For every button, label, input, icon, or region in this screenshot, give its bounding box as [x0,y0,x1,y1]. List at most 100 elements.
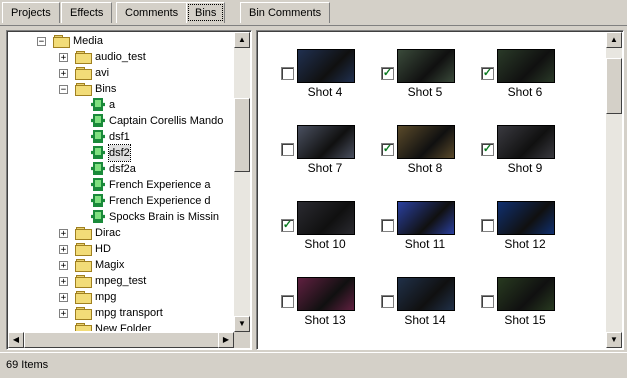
shot-checkbox[interactable]: ✓ [381,67,394,80]
bin-tree[interactable]: − Media + audio_test + avi − Bins a Captain Corel… [6,30,252,350]
tree-item[interactable]: + mpg [7,289,233,305]
shot-label: Shot 12 [504,237,546,251]
shot-thumbnail[interactable] [497,277,555,311]
tab-comments[interactable]: Comments [116,2,188,23]
tab-bar: Projects Effects Comments Bins Bin Comme… [0,0,627,26]
tree-item[interactable]: dsf2a [7,161,233,177]
scroll-right-icon[interactable]: ▶ [218,332,234,348]
scroll-down-icon[interactable]: ▼ [234,316,250,332]
tree-item[interactable]: dsf2 [7,144,233,162]
tree-item[interactable]: Captain Corellis Mando [7,113,233,129]
shot-checkbox[interactable]: ✓ [281,219,294,232]
shot-item[interactable]: Shot 11 [377,201,477,273]
shot-thumbnail[interactable] [497,49,555,83]
tab-projects[interactable]: Projects [2,2,60,23]
shot-item[interactable]: ✓ Shot 9 [477,125,577,197]
shot-checkbox[interactable]: ✓ [381,143,394,156]
shot-checkbox[interactable] [281,67,294,80]
shot-item[interactable]: ✓ Shot 10 [277,201,377,273]
shot-grid[interactable]: Shot 4 ✓ Shot 5 ✓ Shot 6 Shot 7 ✓ Shot 8 ✓ Shot 9… [256,30,624,350]
shot-thumbnail[interactable] [297,49,355,83]
folder-icon [75,259,92,272]
shot-thumbnail[interactable] [397,277,455,311]
scroll-left-icon[interactable]: ◀ [8,332,24,348]
shot-checkbox[interactable] [281,295,294,308]
tree-item[interactable]: − Bins [7,81,233,97]
shot-checkbox[interactable] [481,295,494,308]
tree-item[interactable]: + audio_test [7,49,233,65]
shot-checkbox[interactable] [481,219,494,232]
shot-thumbnail[interactable] [297,277,355,311]
scroll-up-icon[interactable]: ▲ [606,32,622,48]
bin-film-icon [91,194,105,207]
expand-icon[interactable]: + [59,229,68,239]
tree-item[interactable]: French Experience a [7,177,233,193]
tree-item[interactable]: + Magix [7,257,233,273]
tab-bin-comments[interactable]: Bin Comments [240,2,331,23]
tab-bins[interactable]: Bins [186,2,226,23]
expand-icon[interactable]: + [59,277,68,287]
tree-item-label: mpg [95,291,117,303]
shot-item[interactable]: ✓ Shot 6 [477,49,577,121]
shot-item[interactable]: ✓ Shot 8 [377,125,477,197]
grid-vertical-scrollbar[interactable]: ▲ ▼ [606,32,622,348]
shot-item[interactable]: Shot 14 [377,277,477,347]
shot-thumbnail[interactable] [297,125,355,159]
expand-icon[interactable]: + [59,245,68,255]
grid-vscroll-thumb[interactable] [606,58,622,114]
tree-item[interactable]: French Experience d [7,193,233,209]
tree-item[interactable]: + mpg transport [7,305,233,321]
tree-item[interactable]: Spocks Brain is Missin [7,209,233,225]
shot-item[interactable]: Shot 7 [277,125,377,197]
collapse-icon[interactable]: − [59,85,68,95]
shot-thumbnail[interactable] [397,201,455,235]
tree-item[interactable]: a [7,97,233,113]
scroll-down-icon[interactable]: ▼ [606,332,622,348]
tree-item-label: audio_test [95,51,146,63]
tree-item[interactable]: + mpeg_test [7,273,233,289]
tab-effects[interactable]: Effects [61,2,113,23]
expand-icon[interactable]: + [59,69,68,79]
shot-checkbox[interactable] [381,295,394,308]
tree-vscroll-thumb[interactable] [234,98,250,172]
shot-thumbnail[interactable] [397,49,455,83]
shot-thumbnail[interactable] [497,125,555,159]
shot-checkbox[interactable]: ✓ [481,143,494,156]
bin-film-icon [91,146,105,159]
tree-rows: − Media + audio_test + avi − Bins a Captain Corel… [7,31,233,331]
shot-label: Shot 11 [404,237,446,251]
scroll-up-icon[interactable]: ▲ [234,32,250,48]
tree-item[interactable]: dsf1 [7,129,233,145]
expand-icon[interactable]: + [59,293,68,303]
tree-item[interactable]: New Folder [7,321,233,331]
shot-checkbox[interactable] [281,143,294,156]
tree-item-label: Magix [95,259,125,271]
expand-icon[interactable]: + [59,53,68,63]
shot-checkbox[interactable]: ✓ [481,67,494,80]
shot-thumbnail[interactable] [297,201,355,235]
shot-checkbox[interactable] [381,219,394,232]
tree-item[interactable]: + avi [7,65,233,81]
shot-thumbnail[interactable] [397,125,455,159]
shot-item[interactable]: Shot 4 [277,49,377,121]
tree-hscroll-thumb[interactable] [24,332,220,348]
folder-icon [75,307,92,320]
shot-item[interactable]: Shot 13 [277,277,377,347]
folder-icon [53,35,70,48]
shot-label: Shot 5 [407,85,443,99]
expand-icon[interactable]: + [59,261,68,271]
collapse-icon[interactable]: − [37,37,46,47]
tree-item[interactable]: − Media [7,33,233,49]
item-count: 69 Items [6,359,49,371]
expand-icon[interactable]: + [59,309,68,319]
shot-item[interactable]: ✓ Shot 5 [377,49,477,121]
tree-vertical-scrollbar[interactable]: ▲ ▼ [234,32,250,332]
shot-thumbnail[interactable] [497,201,555,235]
tree-horizontal-scrollbar[interactable]: ◀ ▶ [8,332,234,348]
shot-item[interactable]: Shot 12 [477,201,577,273]
tree-item[interactable]: + Dirac [7,225,233,241]
tree-item[interactable]: + HD [7,241,233,257]
shot-item[interactable]: Shot 15 [477,277,577,347]
status-bar: 69 Items [0,352,627,378]
tree-item-label: Media [73,35,103,47]
